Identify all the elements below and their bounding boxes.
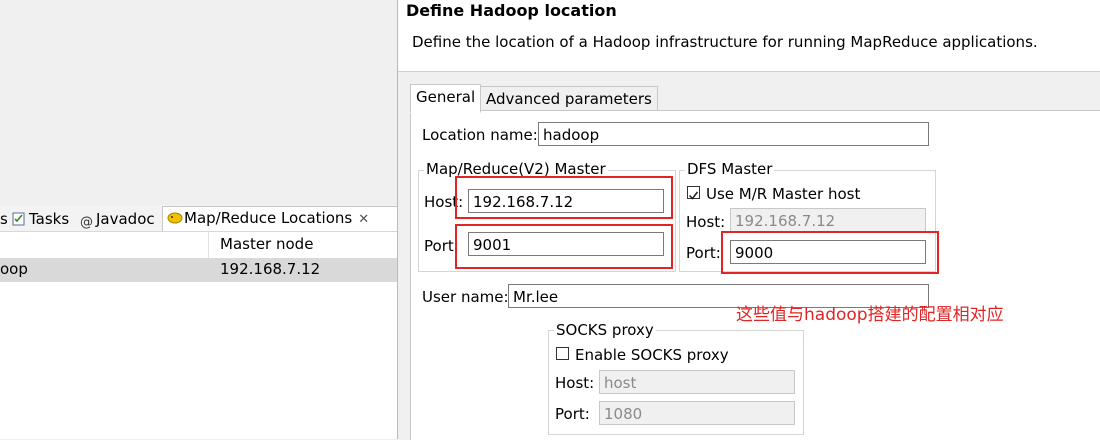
row-location-name: oop <box>0 260 28 278</box>
column-header-master-node[interactable]: Master node <box>220 235 313 253</box>
use-mr-host-checkbox[interactable] <box>687 186 700 200</box>
tab-advanced-parameters[interactable]: Advanced parameters <box>480 86 658 111</box>
dfs-port-label: Port: <box>686 244 721 262</box>
socks-proxy-title: SOCKS proxy <box>554 321 656 339</box>
dfs-master-title: DFS Master <box>685 160 775 178</box>
mr-port-label: Port: <box>424 237 459 255</box>
elephant-icon <box>167 209 183 224</box>
dialog-title: Define Hadoop location <box>406 1 617 20</box>
view-tab-label: Javadoc <box>96 210 155 228</box>
dfs-port-input[interactable]: 9000 <box>730 240 926 264</box>
mr-port-input[interactable]: 9001 <box>468 232 664 256</box>
view-tab-tasks[interactable]: Tasks <box>12 208 69 230</box>
dfs-host-input[interactable]: 192.168.7.12 <box>730 208 926 232</box>
table-row[interactable] <box>0 258 397 282</box>
view-tab-label: Tasks <box>29 210 70 228</box>
javadoc-icon: @ <box>80 215 93 230</box>
dfs-host-label: Host: <box>686 213 726 231</box>
enable-socks-checkbox[interactable] <box>556 347 569 360</box>
view-tab-label: Map/Reduce Locations <box>184 209 353 227</box>
tab-general[interactable]: General <box>410 84 482 113</box>
user-name-label: User name: <box>422 288 509 306</box>
editor-area <box>0 0 397 205</box>
socks-host-label: Host: <box>555 374 595 392</box>
table-header <box>0 232 397 259</box>
checkmark-icon <box>688 191 699 200</box>
view-tab-mapreduce-locations[interactable]: Map/Reduce Locations ✕ <box>162 206 397 231</box>
mr-host-label: Host: <box>424 193 464 211</box>
mr-host-input[interactable]: 192.168.7.12 <box>468 189 664 213</box>
location-name-label: Location name: <box>422 126 538 144</box>
annotation-note: 这些值与hadoop搭建的配置相对应 <box>736 305 1004 325</box>
view-tab-label: s <box>0 210 8 228</box>
close-icon[interactable]: ✕ <box>358 212 369 227</box>
column-separator <box>208 232 209 258</box>
row-master-node: 192.168.7.12 <box>220 260 321 278</box>
socks-host-input[interactable]: host <box>599 370 795 394</box>
view-tab-partial[interactable]: s <box>0 208 8 230</box>
dialog-description: Define the location of a Hadoop infrastr… <box>412 33 1038 51</box>
tasks-icon <box>12 210 26 226</box>
view-tab-javadoc[interactable]: @ Javadoc <box>80 208 155 230</box>
socks-port-label: Port: <box>555 405 590 423</box>
view-tab-bar: s Tasks @ Javadoc Map/Reduce Locations ✕ <box>0 205 397 232</box>
socks-port-input[interactable]: 1080 <box>599 401 795 425</box>
mapreduce-master-title: Map/Reduce(V2) Master <box>424 160 608 178</box>
enable-socks-label: Enable SOCKS proxy <box>575 346 729 364</box>
use-mr-host-label: Use M/R Master host <box>706 185 861 203</box>
mapreduce-master-group <box>418 170 676 272</box>
location-name-input[interactable]: hadoop <box>538 122 929 146</box>
